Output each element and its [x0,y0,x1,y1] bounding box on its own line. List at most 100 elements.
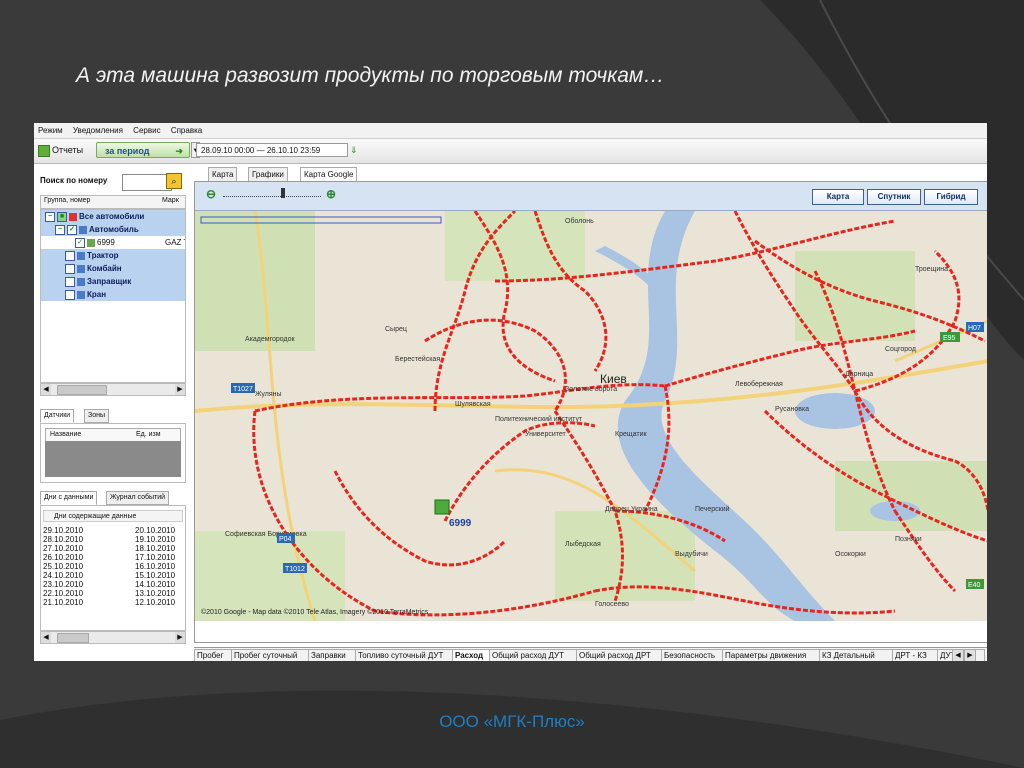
expand-icon[interactable]: − [45,211,55,222]
tree-row-crane[interactable]: Кран [41,288,185,301]
tree-col-mark[interactable]: Марк [162,197,179,204]
zoom-out-icon[interactable]: ⊖ [205,188,217,200]
tab-sensors[interactable]: Датчики [40,409,75,423]
scroll-right-icon[interactable]: ▶ [175,632,185,643]
report-tab[interactable]: ДРТ - КЗ [892,649,940,661]
checkbox[interactable] [65,276,75,287]
tab-days-with-data[interactable]: Дни с данными [40,491,98,505]
report-tab[interactable]: Расход [452,649,492,661]
tab-map[interactable]: Карта [208,167,238,182]
scroll-thumb[interactable] [57,633,89,643]
scroll-right-icon[interactable]: ▶ [175,384,185,395]
tree-row-tractor[interactable]: Трактор [41,249,185,262]
days-row[interactable]: 23.10.2010 14.10.2010 [43,580,183,589]
road-shield: T1027 [233,386,253,393]
tree-row-vehicle[interactable]: ✓6999 GAZ T [41,236,185,249]
map-type-hybrid-button[interactable]: Гибрид [924,189,978,205]
map-frame: ⊖ ⊕ Карта Спутник Гибрид 6999 Киев Оболо… [194,181,987,643]
report-tab[interactable]: Пробег суточный [231,649,311,661]
report-tab[interactable]: Общий расход ДУТ [489,649,579,661]
menu-item-help[interactable]: Справка [167,123,206,135]
menu-item-notifications[interactable]: Уведомления [69,123,127,135]
tab-event-log[interactable]: Журнал событий [106,491,170,505]
scroll-left-icon[interactable]: ◀ [41,632,51,643]
district-label: Дарница [845,371,873,378]
search-input[interactable] [122,174,172,191]
arrow-right-icon: ➜ [175,146,183,156]
map-canvas[interactable]: 6999 Киев Оболонь Академгородок Жуляны Л… [195,211,987,621]
checkbox[interactable] [65,263,75,274]
tree-row-combine[interactable]: Комбайн [41,262,185,275]
district-label: Сырец [385,326,407,333]
checkbox[interactable]: ✓ [75,237,85,248]
days-row[interactable]: 22.10.2010 13.10.2010 [43,589,183,598]
search-label: Поиск по номеру [40,176,108,185]
day-date: 24.10.2010 [43,571,84,580]
district-label: Позняки [895,536,922,543]
day-date: 15.10.2010 [135,571,176,580]
tab-google-map[interactable]: Карта Google [300,167,358,182]
tree-row-car[interactable]: − ✓ Автомобиль [41,223,185,236]
day-date: 27.10.2010 [43,544,84,553]
download-arrow-icon[interactable]: ⇓ [350,143,360,157]
date-range-field[interactable]: 28.09.10 00:00 — 26.10.10 23:59 [196,143,348,157]
expand-icon[interactable]: − [55,224,65,235]
sensor-grid-body [45,441,181,477]
zoom-knob[interactable] [281,188,285,198]
district-label: Соцгород [885,346,916,353]
report-tab[interactable]: Пробег [194,649,234,661]
report-tab[interactable]: Заправки [308,649,358,661]
sensor-col-unit[interactable]: Ед. изм [136,431,161,438]
map-copyright: ©2010 Google - Map data ©2010 Tele Atlas… [201,609,429,616]
tabs-prev-icon[interactable]: ◀ [952,649,964,661]
days-row[interactable]: 25.10.2010 16.10.2010 [43,562,183,571]
menu-bar: Режим Уведомления Сервис Справка [34,123,987,139]
checkbox[interactable] [65,289,75,300]
checkbox[interactable]: ✓ [67,224,77,235]
report-tab[interactable]: Параметры движения [722,649,822,661]
days-list-box: Дни содержащие данные 29.10.2010 20.10.20… [40,505,186,631]
days-header[interactable]: Дни содержащие данные [43,510,183,522]
day-date: 22.10.2010 [43,589,84,598]
map-type-satellite-button[interactable]: Спутник [867,189,921,205]
days-row[interactable]: 24.10.2010 15.10.2010 [43,571,183,580]
days-row[interactable]: 27.10.2010 18.10.2010 [43,544,183,553]
search-icon[interactable]: ⌕ [166,173,182,189]
tree-scrollbar[interactable]: ◀ ▶ [40,383,186,396]
tab-zones[interactable]: Зоны [84,409,110,423]
report-tab[interactable]: Топливо суточный ДУТ [355,649,455,661]
scroll-thumb[interactable] [57,385,107,395]
days-row[interactable]: 28.10.2010 19.10.2010 [43,535,183,544]
days-row[interactable]: 29.10.2010 20.10.2010 [43,526,183,535]
reports-label[interactable]: Отчеты [52,145,83,155]
tree-row-all[interactable]: − ■ Все автомобили [41,210,185,223]
vehicle-mark: GAZ T [165,238,185,247]
zoom-in-icon[interactable]: ⊕ [325,188,337,200]
days-scrollbar[interactable]: ◀ ▶ [40,631,186,644]
tree-header: Группа, номер Марк [40,195,186,209]
tabs-next-icon[interactable]: ▶ [964,649,976,661]
day-date: 14.10.2010 [135,580,176,589]
menu-item-mode[interactable]: Режим [34,123,67,135]
vehicle-marker-icon[interactable] [434,499,450,515]
report-tab[interactable]: КЗ Детальный [819,649,895,661]
checkbox[interactable] [65,250,75,261]
tab-charts[interactable]: Графики [248,167,288,182]
sensor-col-name[interactable]: Название [50,431,81,438]
report-tab[interactable]: Общий расход ДРТ [576,649,664,661]
folder-icon [77,290,85,299]
map-type-map-button[interactable]: Карта [812,189,864,205]
report-tab[interactable]: Безопасность [661,649,725,661]
tree-col-group[interactable]: Группа, номер [44,197,90,204]
days-row[interactable]: 21.10.2010 12.10.2010 [43,598,183,607]
days-row[interactable]: 26.10.2010 17.10.2010 [43,553,183,562]
zoom-slider[interactable] [223,188,321,198]
checkbox[interactable]: ■ [57,211,67,222]
road-shield: T1012 [285,566,305,573]
period-button[interactable]: за период ➜ [96,142,190,158]
day-date: 20.10.2010 [135,526,176,535]
menu-item-service[interactable]: Сервис [129,123,164,135]
scroll-left-icon[interactable]: ◀ [41,384,51,395]
tree-row-refueler[interactable]: Заправщик [41,275,185,288]
day-date: 13.10.2010 [135,589,176,598]
